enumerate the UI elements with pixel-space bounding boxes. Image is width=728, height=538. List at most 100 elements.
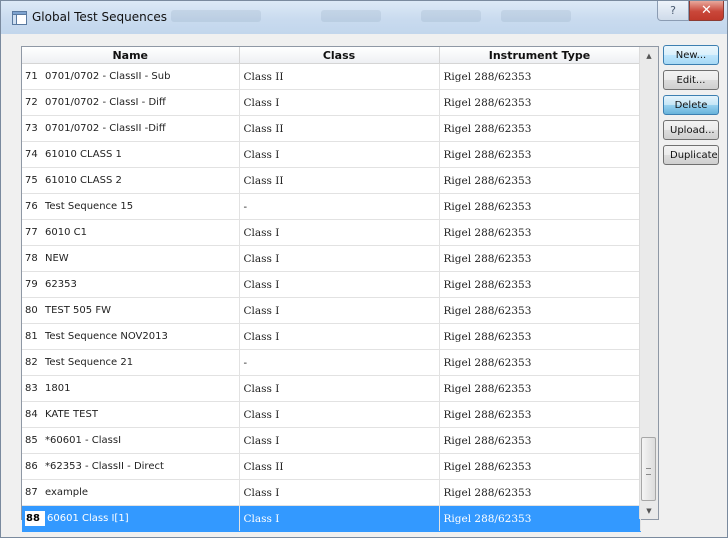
cell-name[interactable]: 86 *62353 - ClassII - Direct — [22, 453, 240, 480]
cell-name[interactable]: 87 example — [22, 479, 240, 506]
scroll-down-arrow-icon[interactable]: ▼ — [640, 502, 658, 519]
cell-class[interactable]: Class I — [239, 271, 440, 298]
vertical-scrollbar[interactable]: ▲ ▼ — [639, 47, 658, 519]
cell-class[interactable]: - — [239, 193, 440, 220]
cell-instrument-type[interactable]: Rigel 288/62353 — [439, 141, 641, 168]
table-row[interactable]: 78 NEW Class I Rigel 288/62353 — [22, 245, 641, 272]
column-header-name[interactable]: Name — [22, 47, 240, 64]
cell-instrument-type[interactable]: Rigel 288/62353 — [439, 271, 641, 298]
row-number: 82 — [25, 357, 38, 368]
table-row[interactable]: 85 *60601 - ClassI Class I Rigel 288/62353 — [22, 427, 641, 454]
cell-instrument-type[interactable]: Rigel 288/62353 — [439, 219, 641, 246]
new-button[interactable]: New... — [663, 45, 719, 65]
cell-class[interactable]: - — [239, 349, 440, 376]
row-number: 83 — [25, 383, 38, 394]
cell-instrument-type[interactable]: Rigel 288/62353 — [439, 349, 641, 376]
cell-instrument-type[interactable]: Rigel 288/62353 — [439, 323, 641, 350]
sequence-name: 6010 C1 — [45, 227, 87, 238]
table-row[interactable]: 73 0701/0702 - ClassII -Diff Class II Rigel… — [22, 115, 641, 142]
delete-button[interactable]: Delete — [663, 95, 719, 115]
cell-instrument-type[interactable]: Rigel 288/62353 — [439, 453, 641, 480]
cell-class[interactable]: Class II — [239, 167, 440, 194]
cell-class[interactable]: Class I — [239, 479, 440, 506]
cell-instrument-type[interactable]: Rigel 288/62353 — [439, 297, 641, 324]
cell-name[interactable]: 71 0701/0702 - ClassII - Sub — [22, 63, 240, 90]
table-row[interactable]: 75 61010 CLASS 2 Class II Rigel 288/62353 — [22, 167, 641, 194]
sequence-name: 60601 Class I[1] — [47, 513, 129, 524]
table-row[interactable]: 86 *62353 - ClassII - Direct Class II Rigel… — [22, 453, 641, 480]
cell-name[interactable]: 78 NEW — [22, 245, 240, 272]
cell-class[interactable]: Class II — [239, 115, 440, 142]
cell-instrument-type[interactable]: Rigel 288/62353 — [439, 89, 641, 116]
cell-name[interactable]: 83 1801 — [22, 375, 240, 402]
cell-instrument-type[interactable]: Rigel 288/62353 — [439, 479, 641, 506]
table-header-row: Name Class Instrument Type — [22, 47, 641, 64]
cell-name[interactable]: 82 Test Sequence 21 — [22, 349, 240, 376]
cell-name[interactable]: 79 62353 — [22, 271, 240, 298]
background-blur — [321, 10, 381, 22]
table-row[interactable]: 80 TEST 505 FW Class I Rigel 288/62353 — [22, 297, 641, 324]
table-row[interactable]: 72 0701/0702 - ClassI - Diff Class I Rigel … — [22, 89, 641, 116]
cell-class[interactable]: Class I — [239, 141, 440, 168]
edit-button[interactable]: Edit... — [663, 70, 719, 90]
column-header-instrument-type[interactable]: Instrument Type — [439, 47, 641, 64]
sequence-name: 61010 CLASS 2 — [45, 175, 122, 186]
help-button[interactable]: ? — [657, 1, 689, 21]
cell-class[interactable]: Class I — [239, 375, 440, 402]
cell-instrument-type[interactable]: Rigel 288/62353 — [439, 115, 641, 142]
title-bar[interactable]: Global Test Sequences ? ✕ — [1, 1, 727, 34]
duplicate-button[interactable]: Duplicate — [663, 145, 719, 165]
cell-instrument-type[interactable]: Rigel 288/62353 — [439, 401, 641, 428]
cell-name[interactable]: 76 Test Sequence 15 — [22, 193, 240, 220]
cell-class[interactable]: Class I — [239, 297, 440, 324]
cell-class[interactable]: Class I — [239, 401, 440, 428]
table-row[interactable]: 84 KATE TEST Class I Rigel 288/62353 — [22, 401, 641, 428]
cell-class[interactable]: Class I — [239, 505, 440, 532]
table-row[interactable]: 77 6010 C1 Class I Rigel 288/62353 — [22, 219, 641, 246]
table-row[interactable]: 79 62353 Class I Rigel 288/62353 — [22, 271, 641, 298]
table-row[interactable]: 76 Test Sequence 15 - Rigel 288/62353 — [22, 193, 641, 220]
action-buttons: New... Edit... Delete Upload... Duplicat… — [663, 45, 719, 170]
row-number: 86 — [25, 461, 38, 472]
cell-name[interactable]: 75 61010 CLASS 2 — [22, 167, 240, 194]
cell-name[interactable]: 81 Test Sequence NOV2013 — [22, 323, 240, 350]
cell-name[interactable]: 84 KATE TEST — [22, 401, 240, 428]
table-row[interactable]: 74 61010 CLASS 1 Class I Rigel 288/62353 — [22, 141, 641, 168]
table-row[interactable]: 87 example Class I Rigel 288/62353 — [22, 479, 641, 506]
table-row[interactable]: 83 1801 Class I Rigel 288/62353 — [22, 375, 641, 402]
cell-instrument-type[interactable]: Rigel 288/62353 — [439, 505, 641, 532]
row-number: 85 — [25, 435, 38, 446]
table-row[interactable]: 81 Test Sequence NOV2013 Class I Rigel 288/… — [22, 323, 641, 350]
cell-class[interactable]: Class II — [239, 63, 440, 90]
close-button[interactable]: ✕ — [689, 1, 724, 21]
scroll-thumb[interactable] — [641, 437, 656, 501]
background-blur — [171, 10, 261, 22]
cell-instrument-type[interactable]: Rigel 288/62353 — [439, 193, 641, 220]
cell-instrument-type[interactable]: Rigel 288/62353 — [439, 245, 641, 272]
cell-class[interactable]: Class I — [239, 245, 440, 272]
cell-instrument-type[interactable]: Rigel 288/62353 — [439, 375, 641, 402]
cell-instrument-type[interactable]: Rigel 288/62353 — [439, 167, 641, 194]
table-row[interactable]: 82 Test Sequence 21 - Rigel 288/62353 — [22, 349, 641, 376]
cell-name[interactable]: 77 6010 C1 — [22, 219, 240, 246]
cell-name[interactable]: 72 0701/0702 - ClassI - Diff — [22, 89, 240, 116]
column-header-class[interactable]: Class — [239, 47, 440, 64]
cell-name[interactable]: 88 60601 Class I[1] — [22, 505, 240, 532]
cell-class[interactable]: Class I — [239, 427, 440, 454]
cell-name[interactable]: 85 *60601 - ClassI — [22, 427, 240, 454]
cell-instrument-type[interactable]: Rigel 288/62353 — [439, 427, 641, 454]
cell-name[interactable]: 73 0701/0702 - ClassII -Diff — [22, 115, 240, 142]
sequence-name: 62353 — [45, 279, 77, 290]
cell-instrument-type[interactable]: Rigel 288/62353 — [439, 63, 641, 90]
cell-class[interactable]: Class I — [239, 219, 440, 246]
scroll-up-arrow-icon[interactable]: ▲ — [640, 47, 658, 64]
cell-class[interactable]: Class I — [239, 323, 440, 350]
cell-class[interactable]: Class II — [239, 453, 440, 480]
upload-button[interactable]: Upload... — [663, 120, 719, 140]
table-row[interactable]: 88 60601 Class I[1] Class I Rigel 288/62353 — [22, 505, 641, 532]
cell-name[interactable]: 80 TEST 505 FW — [22, 297, 240, 324]
cell-name[interactable]: 74 61010 CLASS 1 — [22, 141, 240, 168]
row-number: 77 — [25, 227, 38, 238]
cell-class[interactable]: Class I — [239, 89, 440, 116]
table-row[interactable]: 71 0701/0702 - ClassII - Sub Class II Rigel… — [22, 63, 641, 90]
